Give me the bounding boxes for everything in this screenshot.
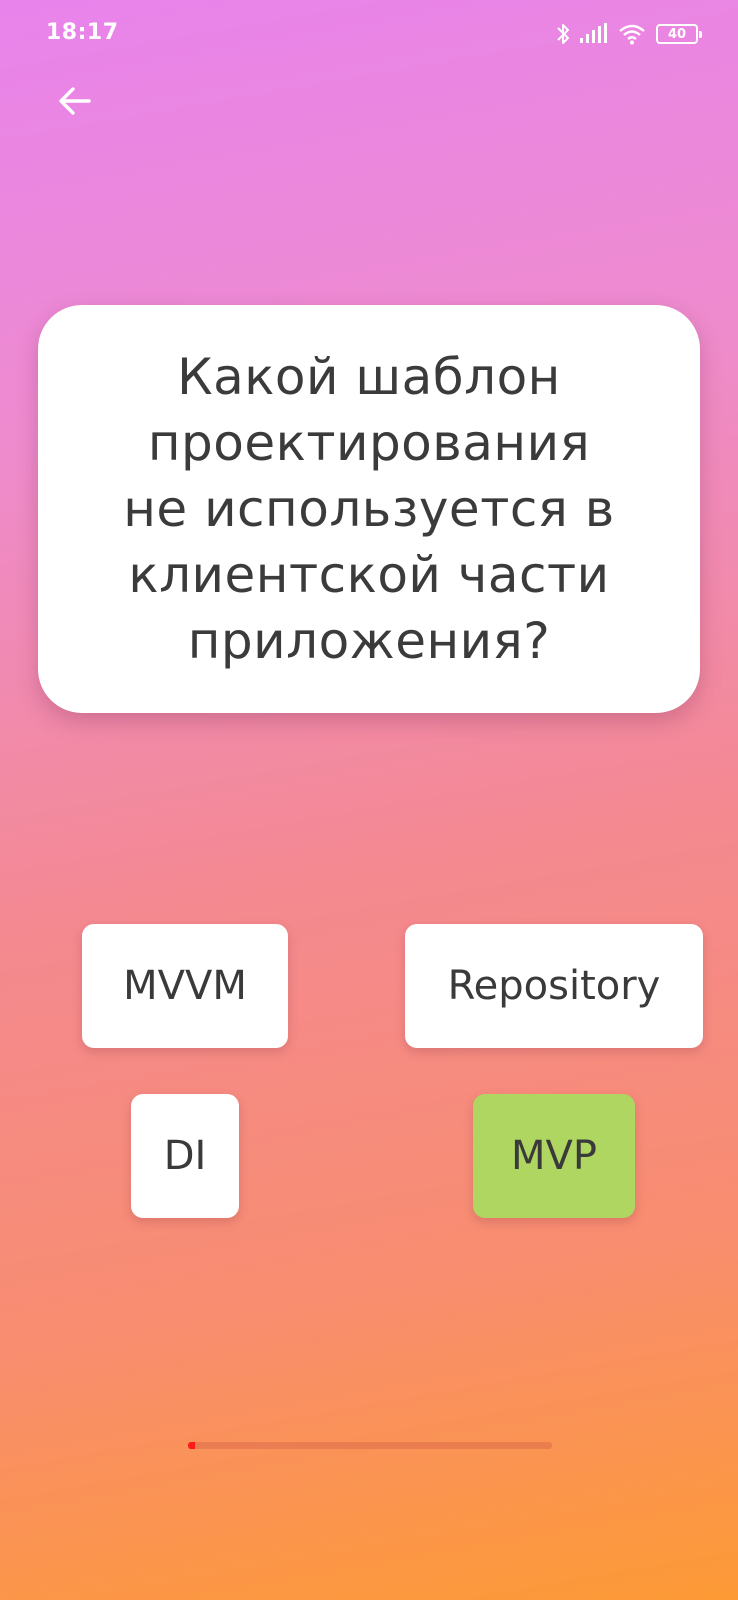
progress-bar — [188, 1442, 552, 1449]
bluetooth-icon — [556, 22, 570, 46]
progress-fill — [188, 1442, 196, 1449]
answer-button-di[interactable]: DI — [131, 1094, 239, 1218]
answer-label: Repository — [447, 963, 661, 1009]
answer-label: MVP — [511, 1133, 597, 1179]
battery-icon: 40 — [656, 24, 702, 44]
battery-level: 40 — [667, 26, 687, 42]
answer-button-repository[interactable]: Repository — [405, 924, 703, 1048]
answer-button-mvvm[interactable]: MVVM — [82, 924, 288, 1048]
signal-icon — [580, 23, 608, 45]
answer-label: DI — [163, 1133, 207, 1179]
status-time: 18:17 — [46, 20, 119, 45]
answer-button-mvp[interactable]: MVP — [473, 1094, 635, 1218]
wifi-icon — [618, 23, 646, 45]
back-button[interactable] — [48, 76, 102, 130]
status-icons: 40 — [556, 20, 702, 48]
question-text: Какой шаблон проектирования не используе… — [123, 348, 615, 670]
arrow-left-icon — [58, 86, 92, 120]
status-bar: 18:17 40 — [0, 0, 738, 70]
answer-label: MVVM — [123, 963, 247, 1009]
question-card: Какой шаблон проектирования не используе… — [38, 305, 700, 713]
